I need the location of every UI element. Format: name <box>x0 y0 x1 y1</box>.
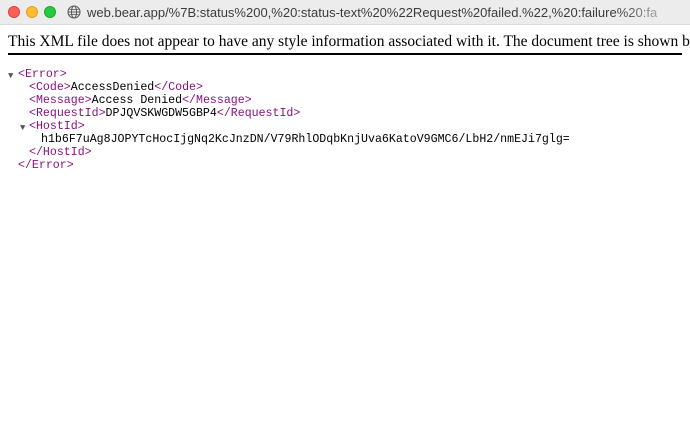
error-open-tag: <Error> <box>18 68 67 81</box>
xml-style-notice: This XML file does not appear to have an… <box>8 33 690 50</box>
hostid-open-line: <HostId> <box>29 120 85 134</box>
hostid-collapse-toggle[interactable]: ▼ <box>20 121 25 135</box>
hostid-open-tag: <HostId> <box>29 120 85 133</box>
close-window-button[interactable] <box>8 6 20 18</box>
globe-icon <box>67 5 81 19</box>
address-bar-url[interactable]: web.bear.app/%7B:status%200,%20:status-t… <box>87 4 687 21</box>
error-close-tag: </Error> <box>18 159 74 172</box>
message-open-tag: <Message> <box>29 94 92 107</box>
hostid-value: h1b6F7uAg8JOPYTcHocIjgNq2KcJnzDN/V79RhlO… <box>41 133 570 146</box>
hostid-value-line: h1b6F7uAg8JOPYTcHocIjgNq2KcJnzDN/V79RhlO… <box>41 133 570 147</box>
error-collapse-toggle[interactable]: ▼ <box>8 69 13 83</box>
requestid-element-line: <RequestId>DPJQVSKWGDW5GBP4</RequestId> <box>29 107 300 121</box>
zoom-window-button[interactable] <box>44 6 56 18</box>
message-close-tag: </Message> <box>182 94 252 107</box>
code-close-tag: </Code> <box>154 81 203 94</box>
hostid-close-tag: </HostId> <box>29 146 92 159</box>
hostid-close-line: </HostId> <box>29 146 92 160</box>
requestid-close-tag: </RequestId> <box>216 107 301 120</box>
notice-divider <box>8 53 682 55</box>
browser-window: web.bear.app/%7B:status%200,%20:status-t… <box>0 0 690 433</box>
message-value: Access Denied <box>91 94 183 107</box>
error-close-line: </Error> <box>18 159 74 173</box>
code-element-line: <Code>AccessDenied</Code> <box>29 81 203 95</box>
title-bar: web.bear.app/%7B:status%200,%20:status-t… <box>0 0 690 25</box>
minimize-window-button[interactable] <box>26 6 38 18</box>
code-value: AccessDenied <box>70 81 155 94</box>
requestid-open-tag: <RequestId> <box>29 107 106 120</box>
error-open-line: <Error> <box>18 68 67 82</box>
requestid-value: DPJQVSKWGDW5GBP4 <box>105 107 217 120</box>
code-open-tag: <Code> <box>29 81 71 94</box>
message-element-line: <Message>Access Denied</Message> <box>29 94 252 108</box>
